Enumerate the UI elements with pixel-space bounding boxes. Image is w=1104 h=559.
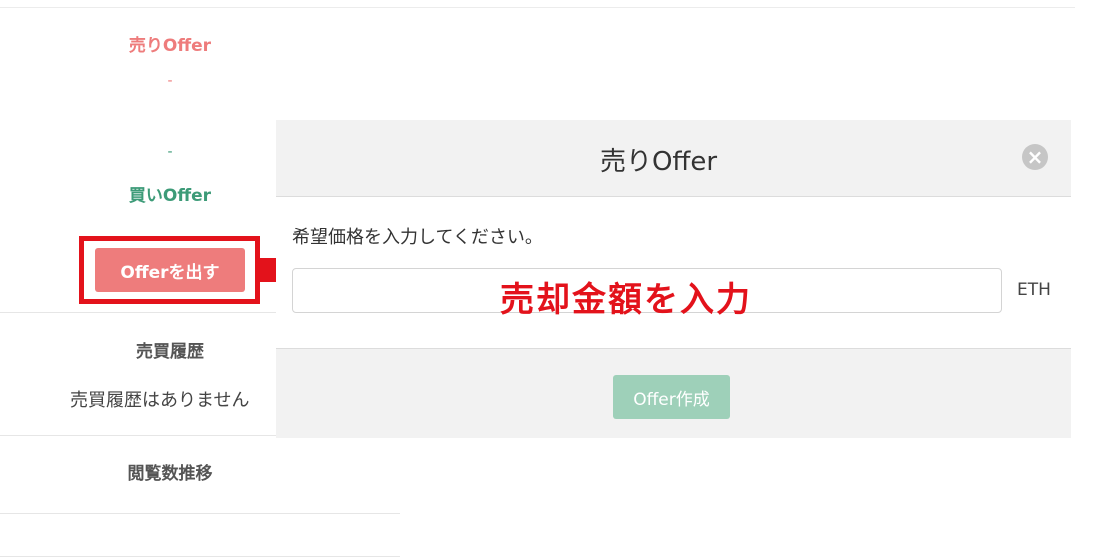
section-divider <box>0 513 400 514</box>
trade-history-empty-text: 売買履歴はありません <box>70 390 250 411</box>
modal-header: 売りOffer × <box>276 120 1071 197</box>
sell-offer-title: 売りOffer <box>128 36 212 56</box>
sell-offer-value: - <box>167 73 173 89</box>
sell-offer-modal: 売りOffer × 希望価格を入力してください。 売却金額を入力 ETH Off… <box>276 120 1071 438</box>
top-divider <box>0 7 1075 8</box>
view-count-title: 閲覧数推移 <box>127 464 213 484</box>
price-input[interactable] <box>292 268 1002 313</box>
create-offer-button[interactable]: Offer作成 <box>613 375 730 419</box>
make-offer-button[interactable]: Offerを出す <box>95 248 245 292</box>
close-icon[interactable]: × <box>1022 144 1048 170</box>
currency-unit: ETH <box>1017 280 1051 300</box>
section-divider <box>0 556 400 557</box>
section-divider <box>0 312 276 313</box>
price-prompt: 希望価格を入力してください。 <box>292 227 543 248</box>
modal-title: 売りOffer <box>599 147 718 177</box>
modal-footer: Offer作成 <box>276 348 1071 438</box>
